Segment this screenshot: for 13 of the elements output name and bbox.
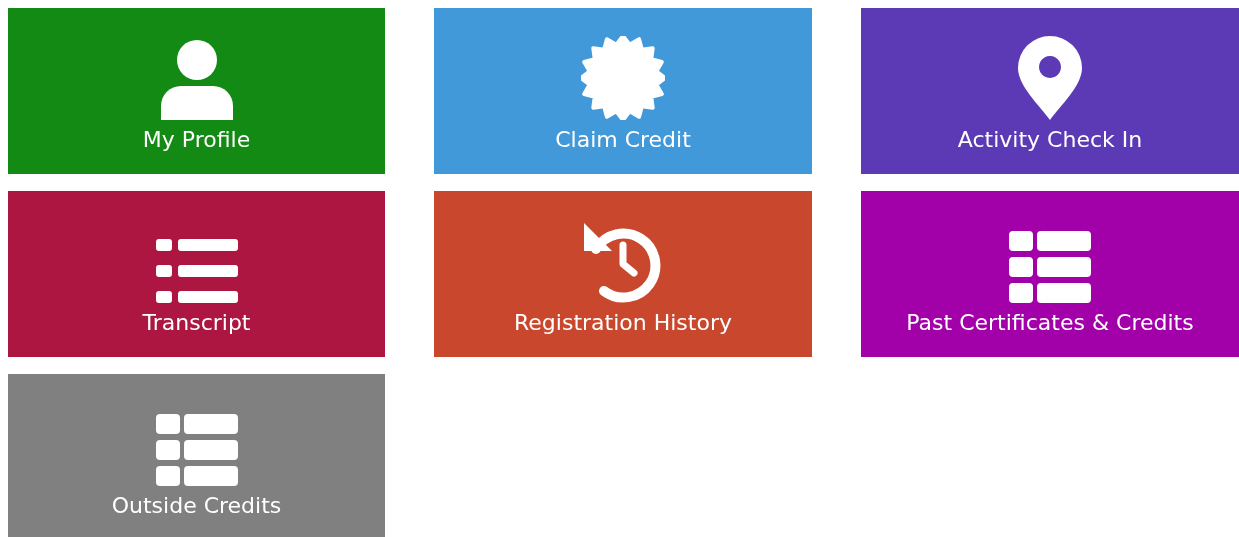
map-pin-icon — [1018, 36, 1082, 120]
profile-icon — [160, 40, 233, 120]
starburst-icon — [581, 36, 665, 120]
menu-tile[interactable]: Registration History — [434, 191, 812, 357]
menu-tile[interactable]: Activity Check In — [861, 8, 1239, 174]
table-icon — [155, 414, 238, 486]
menu-tile[interactable]: Claim Credit — [434, 8, 812, 174]
menu-tile[interactable]: Past Certificates & Credits — [861, 191, 1239, 357]
list-icon — [155, 239, 238, 303]
menu-tile[interactable]: Transcript — [8, 191, 385, 357]
table-icon — [1009, 231, 1091, 303]
menu-tile[interactable]: Outside Credits — [8, 374, 385, 537]
menu-tile[interactable]: My Profile — [8, 8, 385, 174]
